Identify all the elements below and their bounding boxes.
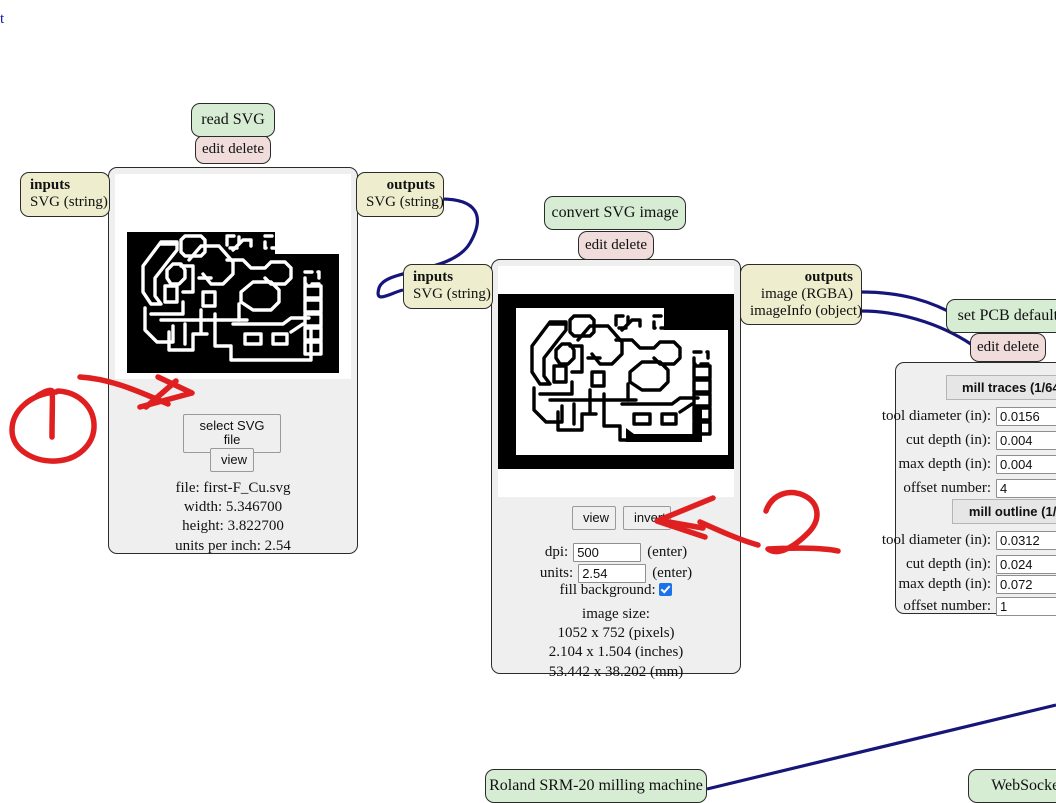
select-svg-file-button[interactable]: select SVG file xyxy=(183,414,281,453)
outputs-heading: outputs xyxy=(386,177,435,193)
offset-number-traces-row: offset number: xyxy=(896,479,1056,498)
units-hint: (enter) xyxy=(652,565,693,581)
node-title-convert-svg-image[interactable]: convert SVG image xyxy=(544,196,686,230)
offset-number-outline-row: offset number: xyxy=(896,597,1056,616)
fill-background-label: fill background: xyxy=(559,582,656,598)
max-depth-label: max depth (in): xyxy=(898,456,991,472)
node-inputs-convert[interactable]: inputs SVG (string) xyxy=(403,264,493,309)
max-depth-outline-row: max depth (in): xyxy=(896,575,1056,594)
dpi-row: dpi: (enter) xyxy=(492,543,740,562)
view-button-read-svg[interactable]: view xyxy=(210,448,254,473)
dpi-hint: (enter) xyxy=(647,544,688,560)
inputs-heading: inputs xyxy=(413,269,454,285)
node-title-roland-srm20[interactable]: Roland SRM-20 milling machine xyxy=(485,769,707,803)
units-label: units: xyxy=(539,565,574,581)
offset-number-label: offset number: xyxy=(903,598,991,614)
node-title-label: WebSocket c xyxy=(991,777,1056,794)
section-heading-mill-outline: mill outline (1/32) xyxy=(952,499,1056,524)
tool-diameter-outline-row: tool diameter (in): xyxy=(882,531,1056,550)
cut-depth-outline-input[interactable] xyxy=(996,555,1056,574)
max-depth-outline-input[interactable] xyxy=(996,575,1056,594)
cut-depth-outline-row: cut depth (in): xyxy=(896,555,1056,574)
cut-depth-traces-row: cut depth (in): xyxy=(896,431,1056,450)
cut-depth-label: cut depth (in): xyxy=(906,432,991,448)
node-body-set-pcb-defaults: mill traces (1/64) tool diameter (in): c… xyxy=(882,362,1056,616)
info-file: file: first-F_Cu.svg xyxy=(175,480,291,496)
section-heading-mill-traces: mill traces (1/64) xyxy=(946,375,1056,400)
units-row: units: (enter) xyxy=(492,564,740,583)
graph-canvas: t read SVG edit delete inputs SVG (strin… xyxy=(0,0,1056,803)
inputs-heading: inputs xyxy=(30,177,71,193)
offset-number-traces-input[interactable] xyxy=(996,479,1056,498)
node-edit-delete-read-svg[interactable]: edit delete xyxy=(195,135,271,164)
node-title-set-pcb-defaults[interactable]: set PCB defaults xyxy=(946,299,1056,333)
pcb-image-normal xyxy=(115,174,351,379)
node-outputs-read-svg[interactable]: outputs SVG (string) xyxy=(356,172,444,217)
edit-delete-label: edit delete xyxy=(976,339,1040,355)
output-port-image: image (RGBA) xyxy=(760,285,853,302)
edit-delete-label: edit delete xyxy=(584,237,648,253)
node-title-read-svg[interactable]: read SVG xyxy=(191,103,275,137)
node-edit-delete-convert[interactable]: edit delete xyxy=(578,231,654,260)
invert-button[interactable]: invert xyxy=(623,506,671,531)
tool-diameter-outline-input[interactable] xyxy=(996,531,1056,550)
pcb-image-inverted xyxy=(498,266,734,497)
node-body-convert: view invert dpi: (enter) units: (enter) … xyxy=(491,259,741,680)
tool-diameter-label: tool diameter (in): xyxy=(881,408,991,424)
view-button-convert[interactable]: view xyxy=(572,506,616,531)
node-outputs-convert[interactable]: outputs image (RGBA) imageInfo (object) xyxy=(740,264,863,326)
cut-depth-traces-input[interactable] xyxy=(996,431,1056,450)
pcb-artwork-inverted-svg xyxy=(498,266,734,497)
ink-circle-1 xyxy=(9,388,97,464)
node-title-label: convert SVG image xyxy=(551,204,679,221)
info-height: height: 3.822700 xyxy=(182,518,284,535)
info-image-size-label: image size: xyxy=(582,606,650,622)
input-port-svg: SVG (string) xyxy=(30,193,108,210)
max-depth-label: max depth (in): xyxy=(898,576,991,592)
fill-background-row: fill background: xyxy=(492,582,740,599)
ink-digit-2 xyxy=(763,489,841,555)
units-input[interactable] xyxy=(578,564,647,583)
node-edit-delete-pcb[interactable]: edit delete xyxy=(970,333,1046,362)
max-depth-traces-input[interactable] xyxy=(996,455,1056,474)
node-title-label: set PCB defaults xyxy=(957,307,1056,324)
pcb-artwork-svg xyxy=(115,174,351,379)
info-units-per-inch: units per inch: 2.54 xyxy=(175,537,291,554)
output-port-svg: SVG (string) xyxy=(366,193,444,210)
fill-background-checkbox[interactable] xyxy=(659,583,673,596)
input-port-svg: SVG (string) xyxy=(413,285,491,302)
tool-diameter-traces-row: tool diameter (in): xyxy=(882,407,1056,426)
node-title-label: Roland SRM-20 milling machine xyxy=(489,777,703,794)
info-width: width: 5.346700 xyxy=(183,499,283,516)
info-size-mm: 53.442 x 38.202 (mm) xyxy=(548,663,684,680)
dpi-input[interactable] xyxy=(573,543,642,562)
node-title-websocket[interactable]: WebSocket c xyxy=(968,769,1056,803)
edit-delete-label: edit delete xyxy=(201,141,265,157)
outputs-heading: outputs xyxy=(804,269,853,285)
output-port-imageinfo: imageInfo (object) xyxy=(750,302,863,319)
offset-number-outline-input[interactable] xyxy=(996,597,1056,616)
ink-digit-1 xyxy=(34,387,56,440)
dpi-label: dpi: xyxy=(544,544,569,560)
tool-diameter-traces-input[interactable] xyxy=(996,407,1056,426)
info-size-pixels: 1052 x 752 (pixels) xyxy=(557,625,675,642)
cut-depth-label: cut depth (in): xyxy=(906,556,991,572)
corner-link-text: t xyxy=(0,11,5,27)
offset-number-label: offset number: xyxy=(903,480,991,496)
image-preview-convert[interactable] xyxy=(498,266,734,497)
node-title-label: read SVG xyxy=(201,111,265,128)
svg-preview-read-svg[interactable] xyxy=(115,174,351,379)
node-inputs-read-svg[interactable]: inputs SVG (string) xyxy=(20,172,110,217)
info-size-inches: 2.104 x 1.504 (inches) xyxy=(548,644,684,661)
tool-diameter-label: tool diameter (in): xyxy=(881,532,991,548)
node-body-read-svg: select SVG file view file: first-F_Cu.sv… xyxy=(108,167,358,554)
read-svg-info: file: first-F_Cu.svg width: 5.346700 hei… xyxy=(109,479,357,556)
image-size-info: image size: 1052 x 752 (pixels) 2.104 x … xyxy=(492,605,740,682)
max-depth-traces-row: max depth (in): xyxy=(896,455,1056,474)
